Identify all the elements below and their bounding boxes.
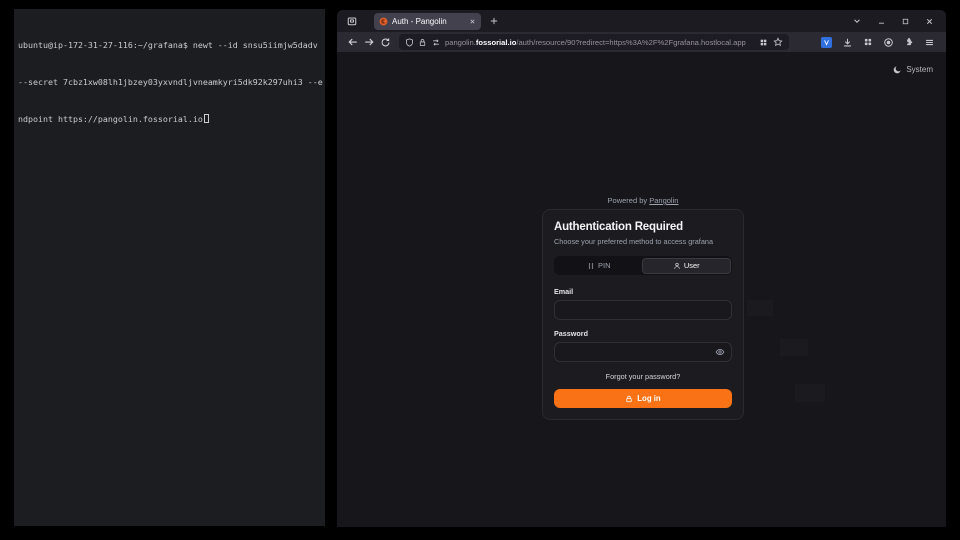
moon-theme-icon [893,65,902,74]
toolbar-extension-icons [821,37,938,48]
browser-tab-bar: Auth - Pangolin [337,10,946,32]
theme-toggle-label: System [906,65,933,74]
firefox-view-icon[interactable] [346,15,358,27]
login-button-label: Log in [637,394,660,403]
tab-pin[interactable]: PIN [556,258,643,274]
account-circle-icon[interactable] [883,37,894,48]
email-label: Email [554,287,732,296]
password-input[interactable] [561,343,715,361]
password-label: Password [554,329,732,338]
tab-close-icon[interactable] [469,18,476,25]
url-text: pangolin.fossorial.io/auth/resource/90?r… [445,38,755,47]
terminal-line: ubuntu@ip-172-31-27-116:~/grafana$ newt … [18,39,321,51]
terminal-window[interactable]: ubuntu@ip-172-31-27-116:~/grafana$ newt … [14,9,325,526]
vaultwarden-extension-icon[interactable] [821,37,832,48]
powered-by-text: Powered by [608,196,650,205]
tracking-shield-icon[interactable] [405,38,414,47]
keypad-icon [587,262,595,270]
close-window-icon[interactable] [925,17,934,26]
downloads-icon[interactable] [842,37,853,48]
tab-list-chevron-icon[interactable] [852,16,862,26]
password-field-wrap [554,342,732,362]
terminal-line: ndpoint https://pangolin.fossorial.io [18,113,321,125]
background-texture [795,384,825,402]
terminal-line: --secret 7cbz1xw08lh1jbzey03yxvndljvneam… [18,76,321,88]
urlbar-end-icons [759,37,783,47]
card-subtitle: Choose your preferred method to access g… [554,237,732,246]
background-texture [780,339,808,356]
email-input[interactable] [561,301,725,319]
hamburger-menu-icon[interactable] [924,37,935,48]
url-subdomain: pangolin. [445,38,476,47]
tab-user[interactable]: User [642,258,731,274]
new-tab-button[interactable] [489,16,499,26]
url-path: /auth/resource/90?redirect=https%3A%2F%2… [516,38,745,47]
lock-icon[interactable] [418,38,427,47]
pangolin-link[interactable]: Pangolin [649,196,678,205]
pangolin-favicon-icon [379,17,388,26]
forward-icon[interactable] [361,34,377,50]
powered-by: Powered by Pangolin [542,196,744,205]
theme-toggle[interactable]: System [893,65,933,74]
browser-toolbar: pangolin.fossorial.io/auth/resource/90?r… [337,32,946,52]
puzzle-extension-icon[interactable] [904,37,914,47]
terminal-cursor [204,114,209,123]
forgot-password-link[interactable]: Forgot your password? [554,372,732,381]
window-controls [852,16,946,26]
auth-card: Authentication Required Choose your pref… [542,209,744,420]
minimize-icon[interactable] [877,17,886,26]
email-field-wrap [554,300,732,320]
auth-method-tabs: PIN User [554,256,732,275]
auth-page: System Powered by Pangolin Authenticatio… [337,52,946,527]
tab-user-label: User [684,261,700,270]
terminal-line-text: ndpoint https://pangolin.fossorial.io [18,114,203,124]
maximize-icon[interactable] [901,17,910,26]
swap-arrows-icon[interactable] [431,38,441,47]
url-domain: fossorial.io [476,38,517,47]
login-button[interactable]: Log in [554,389,732,408]
background-texture [747,300,773,316]
tab-pin-label: PIN [598,261,611,270]
back-icon[interactable] [345,34,361,50]
browser-window: Auth - Pangolin [337,10,946,527]
bookmark-star-icon[interactable] [773,37,783,47]
tab-title: Auth - Pangolin [392,17,465,26]
card-title: Authentication Required [554,221,732,233]
url-bar[interactable]: pangolin.fossorial.io/auth/resource/90?r… [399,34,789,50]
browser-tab-auth-pangolin[interactable]: Auth - Pangolin [374,13,481,30]
reload-icon[interactable] [377,34,393,50]
extensions-grid-icon[interactable] [863,37,873,47]
login-lock-icon [625,395,633,403]
user-icon [673,262,681,270]
show-password-eye-icon[interactable] [715,347,725,357]
container-grid-icon[interactable] [759,38,768,47]
